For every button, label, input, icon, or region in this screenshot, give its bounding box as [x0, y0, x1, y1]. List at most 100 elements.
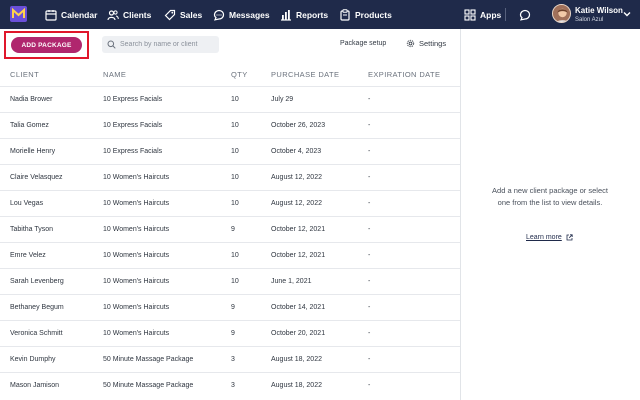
nav-calendar[interactable]: Calendar [45, 0, 97, 29]
cell-expiration-date: - [368, 148, 371, 155]
table-row[interactable]: Sarah Levenberg 10 Women's Haircuts 10 J… [0, 268, 460, 294]
nav-apps-label: Apps [480, 9, 502, 20]
column-header-qty[interactable]: QTY [231, 70, 248, 79]
cell-client: Veronica Schmitt [10, 330, 63, 337]
nav-sales-label: Sales [180, 9, 203, 20]
cell-client: Bethaney Begum [10, 304, 64, 311]
nav-clients-label: Clients [123, 9, 152, 20]
cell-purchase-date: October 4, 2023 [271, 148, 322, 155]
search-input[interactable] [120, 41, 215, 48]
cell-package-name: 10 Women's Haircuts [103, 226, 170, 233]
app-logo-icon[interactable] [10, 6, 27, 22]
cell-expiration-date: - [368, 96, 371, 103]
panel-divider [460, 29, 461, 400]
bar-chart-icon [281, 9, 291, 21]
cell-client: Kevin Dumphy [10, 356, 56, 363]
tag-icon [164, 9, 176, 20]
cell-qty: 10 [231, 122, 239, 129]
cell-purchase-date: August 18, 2022 [271, 382, 322, 389]
cell-package-name: 10 Express Facials [103, 122, 163, 129]
cell-expiration-date: - [368, 304, 371, 311]
search-box[interactable] [102, 36, 219, 53]
cell-qty: 10 [231, 278, 239, 285]
cell-expiration-date: - [368, 174, 371, 181]
detail-empty-message: Add a new client package or select one f… [492, 186, 608, 207]
table-row[interactable]: Lou Vegas 10 Women's Haircuts 10 August … [0, 190, 460, 216]
cell-package-name: 50 Minute Massage Package [103, 382, 194, 389]
cell-package-name: 10 Women's Haircuts [103, 252, 170, 259]
table-row[interactable]: Kevin Dumphy 50 Minute Massage Package 3… [0, 346, 460, 372]
cell-client: Morielle Henry [10, 148, 56, 155]
cell-qty: 9 [231, 330, 235, 337]
products-icon [340, 8, 350, 21]
cell-purchase-date: October 12, 2021 [271, 226, 326, 233]
cell-qty: 9 [231, 226, 235, 233]
cell-package-name: 10 Express Facials [103, 96, 163, 103]
nav-chat-button[interactable] [519, 0, 535, 29]
table-row[interactable]: Emre Velez 10 Women's Haircuts 10 Octobe… [0, 242, 460, 268]
cell-package-name: 10 Express Facials [103, 148, 163, 155]
column-header-client[interactable]: CLIENT [10, 70, 39, 79]
cell-expiration-date: - [368, 330, 371, 337]
cell-expiration-date: - [368, 382, 371, 389]
cell-expiration-date: - [368, 200, 371, 207]
cell-package-name: 50 Minute Massage Package [103, 356, 194, 363]
top-nav-bar: Calendar Clients Sales Messages Reports … [0, 0, 640, 29]
user-salon-name: Salon Azul [575, 17, 604, 23]
package-setup-link[interactable]: Package setup [340, 40, 386, 47]
table-row[interactable]: Mason Jamison 50 Minute Massage Package … [0, 372, 460, 398]
table-row[interactable]: Claire Velasquez 10 Women's Haircuts 10 … [0, 164, 460, 190]
cell-qty: 10 [231, 96, 239, 103]
cell-client: Mason Jamison [10, 382, 60, 389]
cell-package-name: 10 Women's Haircuts [103, 200, 170, 207]
cell-expiration-date: - [368, 226, 371, 233]
user-name[interactable]: Katie Wilson [575, 6, 623, 15]
column-header-expiration-date[interactable]: EXPIRATION DATE [368, 70, 440, 79]
cell-purchase-date: June 1, 2021 [271, 278, 312, 285]
cell-client: Emre Velez [10, 252, 46, 259]
cell-purchase-date: July 29 [271, 96, 294, 103]
cell-client: Nadia Brower [10, 96, 53, 103]
cell-package-name: 10 Women's Haircuts [103, 174, 170, 181]
cell-client: Claire Velasquez [10, 174, 63, 181]
cell-qty: 3 [231, 382, 235, 389]
column-header-name[interactable]: NAME [103, 70, 126, 79]
table-row[interactable]: Bethaney Begum 10 Women's Haircuts 9 Oct… [0, 294, 460, 320]
calendar-icon [45, 9, 57, 21]
settings-label: Settings [419, 39, 447, 48]
nav-products[interactable]: Products [339, 0, 392, 29]
cell-expiration-date: - [368, 356, 371, 363]
nav-apps[interactable]: Apps [464, 0, 501, 29]
add-package-button[interactable]: ADD PACKAGE [11, 37, 82, 53]
nav-sales[interactable]: Sales [164, 0, 202, 29]
clients-icon [107, 9, 119, 20]
table-row[interactable]: Tabitha Tyson 10 Women's Haircuts 9 Octo… [0, 216, 460, 242]
learn-more-label: Learn more [526, 234, 562, 241]
table-row[interactable]: Morielle Henry 10 Express Facials 10 Oct… [0, 138, 460, 164]
table-row[interactable]: Nadia Brower 10 Express Facials 10 July … [0, 86, 460, 112]
table-row[interactable]: Talia Gomez 10 Express Facials 10 Octobe… [0, 112, 460, 138]
nav-messages[interactable]: Messages [213, 0, 270, 29]
nav-reports[interactable]: Reports [280, 0, 328, 29]
cell-purchase-date: October 12, 2021 [271, 252, 326, 259]
nav-clients[interactable]: Clients [107, 0, 151, 29]
settings-button[interactable]: Settings [406, 39, 446, 48]
packages-table: CLIENT NAME QTY PURCHASE DATE EXPIRATION… [0, 60, 460, 400]
cell-purchase-date: August 12, 2022 [271, 174, 322, 181]
cell-expiration-date: - [368, 122, 371, 129]
nav-messages-label: Messages [229, 9, 270, 20]
cell-client: Lou Vegas [10, 200, 44, 207]
apps-grid-icon [464, 8, 476, 21]
cell-client: Tabitha Tyson [10, 226, 54, 233]
nav-reports-label: Reports [296, 9, 329, 20]
chevron-down-icon[interactable] [622, 9, 632, 19]
user-avatar[interactable] [552, 4, 571, 23]
cell-qty: 10 [231, 200, 239, 207]
table-row[interactable]: Veronica Schmitt 10 Women's Haircuts 9 O… [0, 320, 460, 346]
cell-package-name: 10 Women's Haircuts [103, 278, 170, 285]
external-link-icon [566, 234, 573, 241]
column-header-purchase-date[interactable]: PURCHASE DATE [271, 70, 339, 79]
learn-more-link[interactable]: Learn more [526, 234, 573, 241]
cell-package-name: 10 Women's Haircuts [103, 304, 170, 311]
cell-package-name: 10 Women's Haircuts [103, 330, 170, 337]
